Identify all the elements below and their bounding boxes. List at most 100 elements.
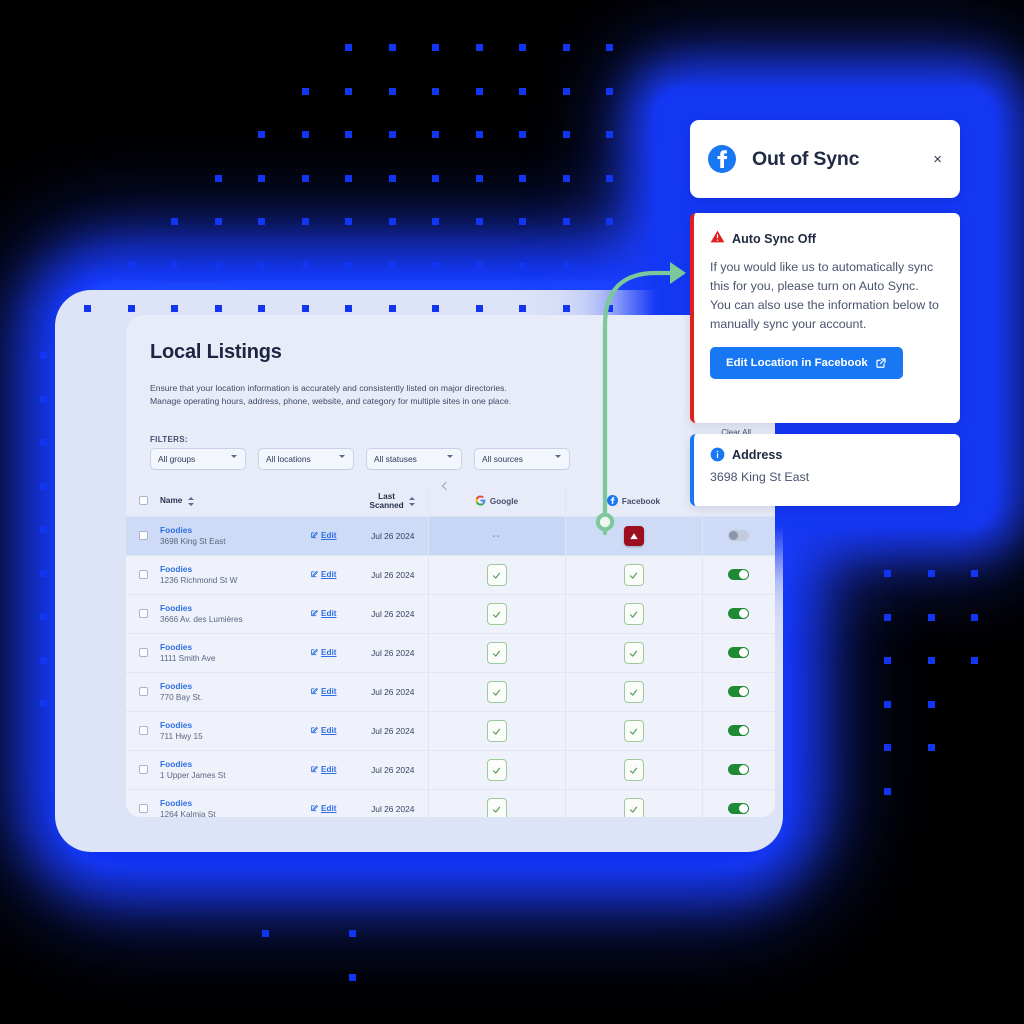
sort-icon[interactable] <box>187 496 195 506</box>
table-row[interactable]: Foodies 1264 Kalmia St Edit Jul 26 2024 <box>126 789 775 817</box>
name-header[interactable]: Name <box>160 485 288 518</box>
edit-link[interactable]: Edit <box>310 609 337 619</box>
row-last-scanned-cell: Jul 26 2024 <box>358 789 428 817</box>
row-checkbox[interactable] <box>138 686 148 696</box>
row-autosync-cell <box>701 750 775 791</box>
select-all-header <box>126 485 160 518</box>
popup-title: Out of Sync <box>752 147 860 170</box>
google-ok-icon <box>486 642 507 665</box>
business-name[interactable]: Foodies <box>160 642 288 653</box>
edit-link[interactable]: Edit <box>310 804 336 813</box>
background-dot <box>258 174 265 182</box>
locations-filter[interactable]: All locations <box>258 447 354 470</box>
autosync-toggle[interactable] <box>728 607 750 619</box>
autosync-toggle[interactable] <box>728 685 750 697</box>
row-checkbox[interactable] <box>138 803 148 813</box>
chevron-down-icon <box>231 455 238 462</box>
row-last-scanned-cell: Jul 26 2024 <box>358 711 428 752</box>
background-dot <box>432 261 439 269</box>
row-checkbox[interactable] <box>138 569 148 579</box>
google-ok-icon <box>486 564 507 587</box>
row-autosync-cell <box>701 594 775 635</box>
table-row[interactable]: Foodies 3698 King St East Edit Jul 26 2024 -… <box>126 516 775 557</box>
table-row[interactable]: Foodies 770 Bay St. Edit Jul 26 2024 <box>126 672 775 713</box>
edit-link-label: Edit <box>321 726 337 736</box>
business-name[interactable]: Foodies <box>160 798 288 809</box>
row-facebook-status-cell <box>564 750 702 791</box>
row-facebook-status-cell <box>564 672 702 713</box>
autosync-toggle[interactable] <box>728 763 750 775</box>
autosync-toggle[interactable] <box>728 568 750 580</box>
edit-link[interactable]: Edit <box>310 570 336 579</box>
background-dot <box>301 305 309 312</box>
google-column-header: Google <box>427 485 565 518</box>
row-name-cell: Foodies 1236 Richmond St W <box>160 555 288 596</box>
background-dot <box>171 261 178 269</box>
edit-link[interactable]: Edit <box>310 531 336 540</box>
table-row[interactable]: Foodies 3666 Av. des Lumières Edit Jul 26 2… <box>126 594 775 635</box>
background-dot <box>562 174 570 182</box>
edit-location-in-facebook-button[interactable]: Edit Location in Facebook <box>710 347 903 380</box>
background-dot <box>927 570 935 577</box>
business-name[interactable]: Foodies <box>160 564 288 575</box>
row-autosync-cell <box>701 672 775 713</box>
row-checkbox[interactable] <box>138 530 148 540</box>
edit-link[interactable]: Edit <box>310 765 336 774</box>
facebook-icon <box>708 145 736 173</box>
filter-controls: All groups All locations All statuses All s… <box>150 447 751 470</box>
row-google-status-cell <box>427 555 565 596</box>
table-row[interactable]: Foodies 1236 Richmond St W Edit Jul 26 2024 <box>126 555 775 596</box>
google-ok-icon <box>486 798 507 817</box>
row-edit-cell: Edit <box>288 633 358 674</box>
close-icon[interactable]: × <box>933 152 942 167</box>
business-name[interactable]: Foodies <box>160 681 288 692</box>
edit-link[interactable]: Edit <box>310 648 336 657</box>
autosync-toggle[interactable] <box>728 724 750 736</box>
business-name[interactable]: Foodies <box>160 603 288 614</box>
google-icon <box>475 495 486 508</box>
autosync-toggle[interactable] <box>728 529 750 541</box>
card-header: Local Listings Ensure that your location… <box>126 315 775 470</box>
google-ok-icon <box>486 759 507 782</box>
table-row[interactable]: Foodies 1 Upper James St Edit Jul 26 2024 <box>126 750 775 791</box>
groups-filter[interactable]: All groups <box>150 447 246 470</box>
table-row[interactable]: Foodies 711 Hwy 15 Edit Jul 26 2024 <box>126 711 775 752</box>
business-name[interactable]: Foodies <box>160 759 288 770</box>
last-scanned-header[interactable]: Last Scanned <box>358 485 428 518</box>
autosync-toggle[interactable] <box>728 646 750 658</box>
row-checkbox[interactable] <box>138 647 148 657</box>
statuses-filter[interactable]: All statuses <box>366 447 462 470</box>
row-checkbox[interactable] <box>138 725 148 735</box>
background-dot <box>519 131 526 138</box>
row-name-cell: Foodies 1 Upper James St <box>160 750 288 791</box>
google-empty-value: -- <box>492 530 501 542</box>
row-autosync-cell <box>701 633 775 674</box>
groups-filter-value: All groups <box>158 453 196 464</box>
autosync-toggle[interactable] <box>728 802 750 814</box>
row-checkbox[interactable] <box>138 764 148 774</box>
business-name[interactable]: Foodies <box>160 720 288 731</box>
background-dot <box>388 218 396 225</box>
edit-link[interactable]: Edit <box>310 726 337 736</box>
row-name-cell: Foodies 770 Bay St. <box>160 672 288 713</box>
chevron-down-icon <box>339 455 346 462</box>
google-ok-icon <box>486 720 507 743</box>
sort-icon-scanned[interactable] <box>408 496 416 506</box>
select-all-checkbox[interactable] <box>138 495 148 505</box>
background-dot <box>519 218 526 225</box>
background-dot <box>345 44 352 51</box>
row-checkbox[interactable] <box>138 608 148 618</box>
facebook-error-badge[interactable] <box>623 526 644 547</box>
edit-link-label: Edit <box>321 609 337 619</box>
sources-filter[interactable]: All sources <box>474 447 570 470</box>
background-dot <box>388 87 396 95</box>
background-dot <box>127 261 135 269</box>
table-row[interactable]: Foodies 1111 Smith Ave Edit Jul 26 2024 <box>126 633 775 674</box>
background-dot <box>432 44 439 51</box>
business-name[interactable]: Foodies <box>160 525 288 536</box>
background-dot <box>345 87 352 95</box>
background-dot <box>40 569 47 577</box>
background-dot <box>127 305 135 312</box>
background-dot <box>927 657 935 664</box>
edit-link[interactable]: Edit <box>310 687 336 696</box>
